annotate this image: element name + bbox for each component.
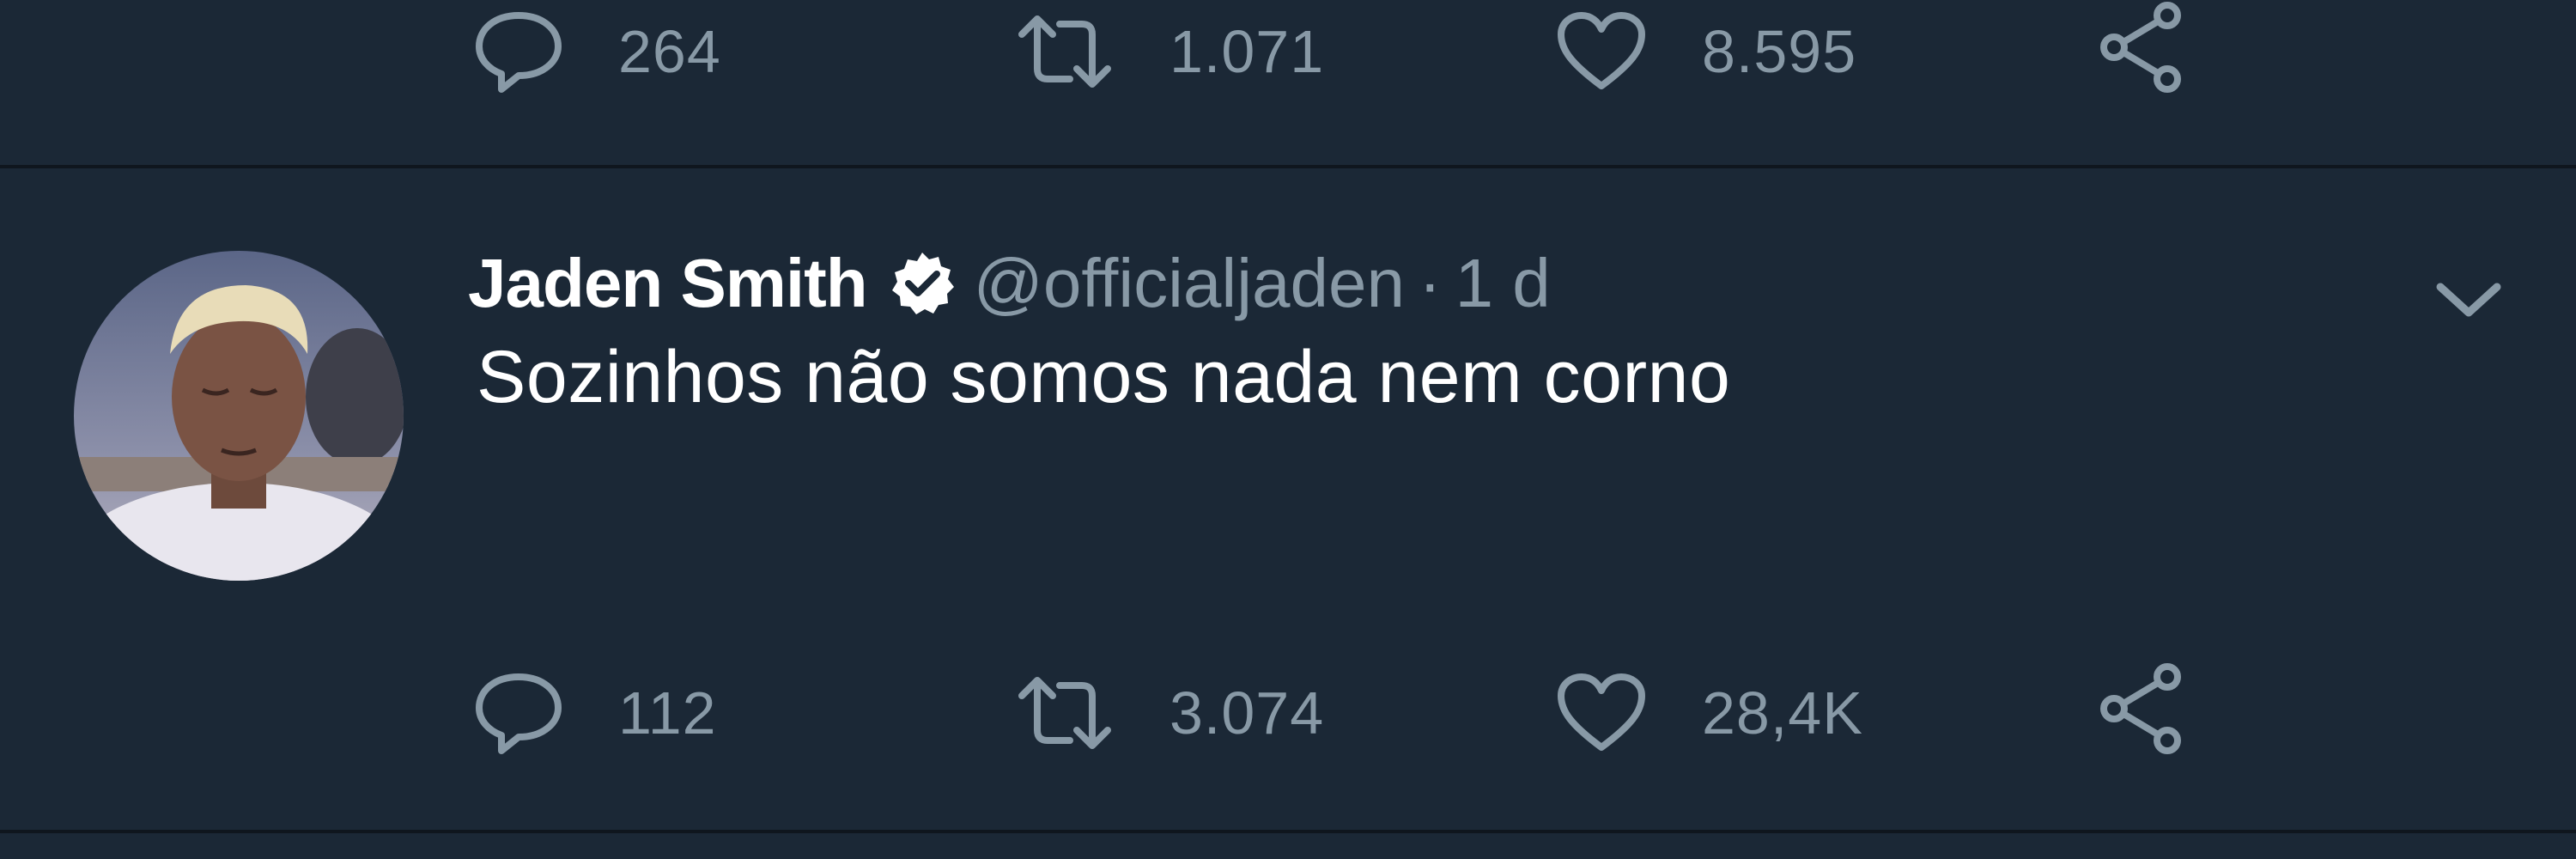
like-count: 8.595 bbox=[1702, 18, 1857, 85]
previous-tweet-action-bar: 264 1.071 8.595 bbox=[0, 0, 2576, 163]
reply-count: 264 bbox=[618, 18, 721, 85]
tweet-header: Jaden Smith @officialjaden · 1 d bbox=[468, 241, 1551, 326]
heart-icon bbox=[1558, 12, 1645, 89]
retweet-button[interactable]: 3.074 bbox=[1013, 670, 1324, 756]
reply-count: 112 bbox=[618, 679, 717, 746]
retweet-count: 1.071 bbox=[1170, 18, 1325, 85]
retweet-count: 3.074 bbox=[1170, 679, 1325, 746]
profile-photo-icon bbox=[74, 251, 404, 581]
reply-icon bbox=[476, 673, 562, 754]
author-name[interactable]: Jaden Smith bbox=[468, 244, 868, 323]
separator-dot: · bbox=[1418, 245, 1442, 321]
retweet-icon bbox=[1018, 15, 1111, 88]
tweet-text: Sozinhos não somos nada nem corno bbox=[477, 336, 1731, 418]
reply-button[interactable]: 112 bbox=[472, 670, 717, 756]
retweet-icon bbox=[1018, 677, 1111, 749]
like-count: 28,4K bbox=[1702, 679, 1863, 746]
share-icon bbox=[2100, 663, 2181, 754]
reply-icon bbox=[476, 12, 562, 93]
share-icon bbox=[2100, 2, 2181, 93]
like-button[interactable]: 8.595 bbox=[1554, 9, 1856, 94]
reply-button[interactable]: 264 bbox=[472, 9, 721, 94]
like-button[interactable]: 28,4K bbox=[1554, 670, 1863, 756]
chevron-down-icon[interactable] bbox=[2430, 273, 2507, 325]
share-button[interactable] bbox=[2095, 661, 2190, 756]
share-button[interactable] bbox=[2095, 0, 2190, 94]
avatar[interactable] bbox=[74, 251, 404, 581]
heart-icon bbox=[1558, 673, 1645, 751]
retweet-button[interactable]: 1.071 bbox=[1013, 9, 1324, 94]
author-handle[interactable]: @officialjaden bbox=[974, 244, 1405, 323]
tweet-timestamp[interactable]: 1 d bbox=[1455, 244, 1551, 323]
verified-badge-icon bbox=[891, 253, 954, 314]
tweet-divider bbox=[0, 165, 2576, 168]
tweet-divider bbox=[0, 830, 2576, 833]
